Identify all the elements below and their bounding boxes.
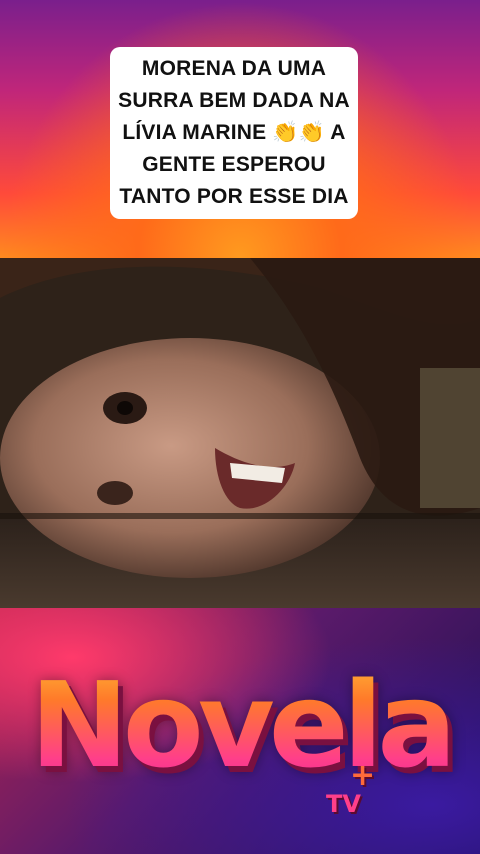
logo-plus-sign: + xyxy=(350,758,376,793)
caption-line: SURRA BEM DADA NA xyxy=(118,88,350,112)
caption-line: GENTE ESPEROU xyxy=(142,152,326,176)
caption-box: MORENA DA UMA SURRA BEM DADA NA LÍVIA MA… xyxy=(110,46,358,219)
face-shape xyxy=(0,338,380,578)
caption-container: MORENA DA UMA SURRA BEM DADA NA LÍVIA MA… xyxy=(82,32,386,233)
caption-line: MORENA DA UMA xyxy=(141,56,327,80)
video-frame[interactable] xyxy=(0,258,480,608)
logo-tv-label: TV xyxy=(326,790,361,818)
caption-line: TANTO POR ESSE DIA xyxy=(119,184,349,208)
caption-line: LÍVIA MARINE 👏👏 A xyxy=(122,120,346,144)
video-still-illustration xyxy=(0,258,480,608)
novelas-tv-logo: Novelas + TV xyxy=(30,640,480,830)
sequin-fabric-shape xyxy=(420,368,480,508)
logo-wordmark: Novelas xyxy=(30,640,480,810)
reel-frame: MORENA DA UMA SURRA BEM DADA NA LÍVIA MA… xyxy=(0,0,480,854)
